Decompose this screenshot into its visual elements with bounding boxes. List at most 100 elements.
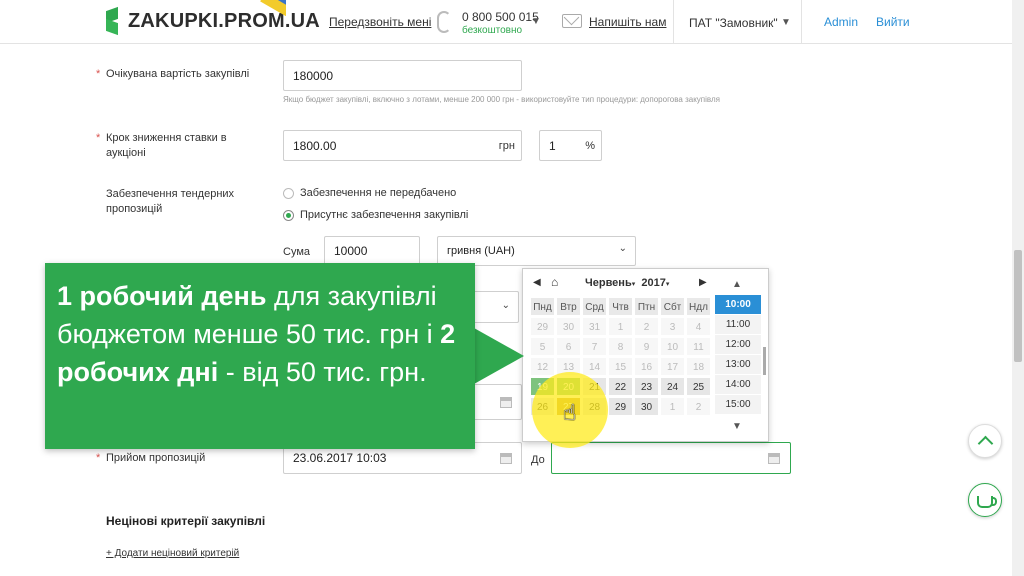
year-label: 2017: [641, 277, 666, 289]
calendar-day[interactable]: 24: [660, 377, 685, 396]
callout-text: 1 робочий день для закупівлі бюджетом ме…: [57, 277, 467, 391]
currency-select[interactable]: гривня (UAH) ⌄: [437, 236, 636, 266]
required-mark: *: [96, 132, 101, 144]
org-select[interactable]: ПАТ "Замовник": [689, 16, 778, 30]
calendar-day[interactable]: 3: [660, 317, 685, 336]
calendar-day[interactable]: 15: [608, 357, 633, 376]
security-label-1: Забезпечення тендерних: [106, 188, 235, 200]
page: ZAKUPKI.PROM.UA Передзвоніть мені 0 800 …: [0, 0, 1024, 576]
auction-step-percent-value: 1: [549, 138, 556, 153]
calendar-day[interactable]: 12: [530, 357, 555, 376]
security-option-none-label: Забезпечення не передбачено: [300, 187, 457, 199]
calendar-day[interactable]: 23: [634, 377, 659, 396]
hidden-date-input[interactable]: [470, 384, 522, 420]
chevron-up-icon: [977, 435, 993, 452]
security-sum-input[interactable]: 10000: [324, 236, 420, 266]
calendar-icon[interactable]: [500, 453, 512, 464]
expected-cost-input[interactable]: 180000: [283, 60, 522, 91]
page-scrollbar[interactable]: [1012, 0, 1024, 576]
chevron-down-icon[interactable]: ▼: [531, 16, 541, 27]
time-scrollbar[interactable]: [763, 347, 766, 375]
logo-mark-icon: [104, 6, 124, 36]
nonprice-criteria-title: Нецінові критерії закупівлі: [106, 514, 266, 528]
calendar-day[interactable]: 25: [686, 377, 711, 396]
calendar-day[interactable]: 4: [686, 317, 711, 336]
calendar-day[interactable]: 6: [556, 337, 581, 356]
calendar-day[interactable]: 8: [608, 337, 633, 356]
submission-label: Прийом пропозицій: [106, 452, 206, 464]
security-option-none[interactable]: Забезпечення не передбачено: [283, 187, 456, 199]
datepicker-month[interactable]: Червень▾ 2017▾: [585, 277, 669, 289]
add-nonprice-criterion-link[interactable]: + Додати нецінoвий критерій: [106, 548, 239, 559]
prev-month-icon[interactable]: ◀: [533, 277, 541, 288]
radio-button[interactable]: [283, 187, 294, 199]
admin-link[interactable]: Admin: [824, 15, 858, 29]
callout-arrow: [474, 328, 524, 384]
info-callout: 1 робочий день для закупівлі бюджетом ме…: [45, 263, 475, 449]
auction-step-currency: грн: [498, 139, 515, 152]
coffee-cup-icon: [977, 496, 997, 508]
submission-to-input[interactable]: [551, 442, 791, 474]
calendar-day[interactable]: 2: [634, 317, 659, 336]
calendar-day[interactable]: 29: [608, 397, 633, 416]
time-option[interactable]: 11:00: [715, 315, 761, 335]
calendar-day[interactable]: 30: [556, 317, 581, 336]
time-scroll-down-icon[interactable]: ▼: [732, 421, 742, 432]
calendar-day[interactable]: 18: [686, 357, 711, 376]
scrollbar-thumb[interactable]: [1014, 250, 1022, 362]
time-option[interactable]: 13:00: [715, 355, 761, 375]
chevron-down-icon: ⌄: [501, 300, 510, 311]
calendar-icon[interactable]: [500, 397, 512, 408]
time-option[interactable]: 12:00: [715, 335, 761, 355]
phone-icon: [437, 11, 451, 33]
calendar-day[interactable]: 17: [660, 357, 685, 376]
time-option[interactable]: 15:00: [715, 395, 761, 415]
logout-link[interactable]: Вийти: [876, 15, 910, 29]
currency-select-value: гривня (UAH): [447, 245, 515, 257]
auction-step-input[interactable]: 1800.00 грн: [283, 130, 522, 161]
auction-step-percent-input[interactable]: 1 %: [539, 130, 602, 161]
calendar-day[interactable]: 1: [608, 317, 633, 336]
calendar-day[interactable]: 10: [660, 337, 685, 356]
calendar-day[interactable]: 30: [634, 397, 659, 416]
required-mark: *: [96, 68, 101, 80]
calendar-day[interactable]: 14: [582, 357, 607, 376]
required-mark: *: [96, 452, 101, 464]
radio-button-selected[interactable]: [283, 209, 294, 221]
calendar-day[interactable]: 2: [686, 397, 711, 416]
calendar-day[interactable]: 22: [608, 377, 633, 396]
callback-link[interactable]: Передзвоніть мені: [329, 15, 431, 29]
time-option[interactable]: 14:00: [715, 375, 761, 395]
weekday-header: Пнд: [530, 297, 555, 316]
support-chat-button[interactable]: [968, 483, 1002, 517]
expected-cost-hint: Якщо бюджет закупівлі, включно з лотами,…: [283, 95, 720, 104]
calendar-day[interactable]: 29: [530, 317, 555, 336]
expected-cost-label: Очікувана вартість закупівлі: [106, 68, 250, 80]
write-us-link[interactable]: Напишіть нам: [589, 15, 666, 29]
chevron-down-icon: ⌄: [618, 243, 627, 254]
mail-icon: [562, 14, 582, 28]
chevron-down-icon[interactable]: ▼: [781, 17, 791, 28]
scroll-to-top-button[interactable]: [968, 424, 1002, 458]
calendar-day[interactable]: 7: [582, 337, 607, 356]
calendar-icon[interactable]: [768, 453, 780, 464]
next-month-icon[interactable]: ▶: [699, 277, 707, 288]
weekday-header: Сбт: [660, 297, 685, 316]
callout-bold-1: 1 робочий день: [57, 281, 267, 311]
security-option-present[interactable]: Присутнє забезпечення закупівлі: [283, 209, 468, 221]
calendar-day[interactable]: 11: [686, 337, 711, 356]
percent-sign: %: [585, 139, 595, 152]
calendar-day[interactable]: 16: [634, 357, 659, 376]
calendar-day[interactable]: 31: [582, 317, 607, 336]
calendar-day[interactable]: 5: [530, 337, 555, 356]
calendar-day[interactable]: 9: [634, 337, 659, 356]
site-logo[interactable]: ZAKUPKI.PROM.UA: [104, 4, 320, 38]
top-header: ZAKUPKI.PROM.UA Передзвоніть мені 0 800 …: [0, 0, 1012, 44]
weekday-header: Срд: [582, 297, 607, 316]
time-scroll-up-icon[interactable]: ▲: [732, 279, 742, 290]
time-list: 10:00 11:00 12:00 13:00 14:00 15:00: [715, 295, 761, 415]
time-option[interactable]: 10:00: [715, 295, 761, 315]
home-icon[interactable]: ⌂: [551, 275, 558, 289]
phone-free-note: безкоштовно: [462, 25, 523, 36]
calendar-day[interactable]: 1: [660, 397, 685, 416]
